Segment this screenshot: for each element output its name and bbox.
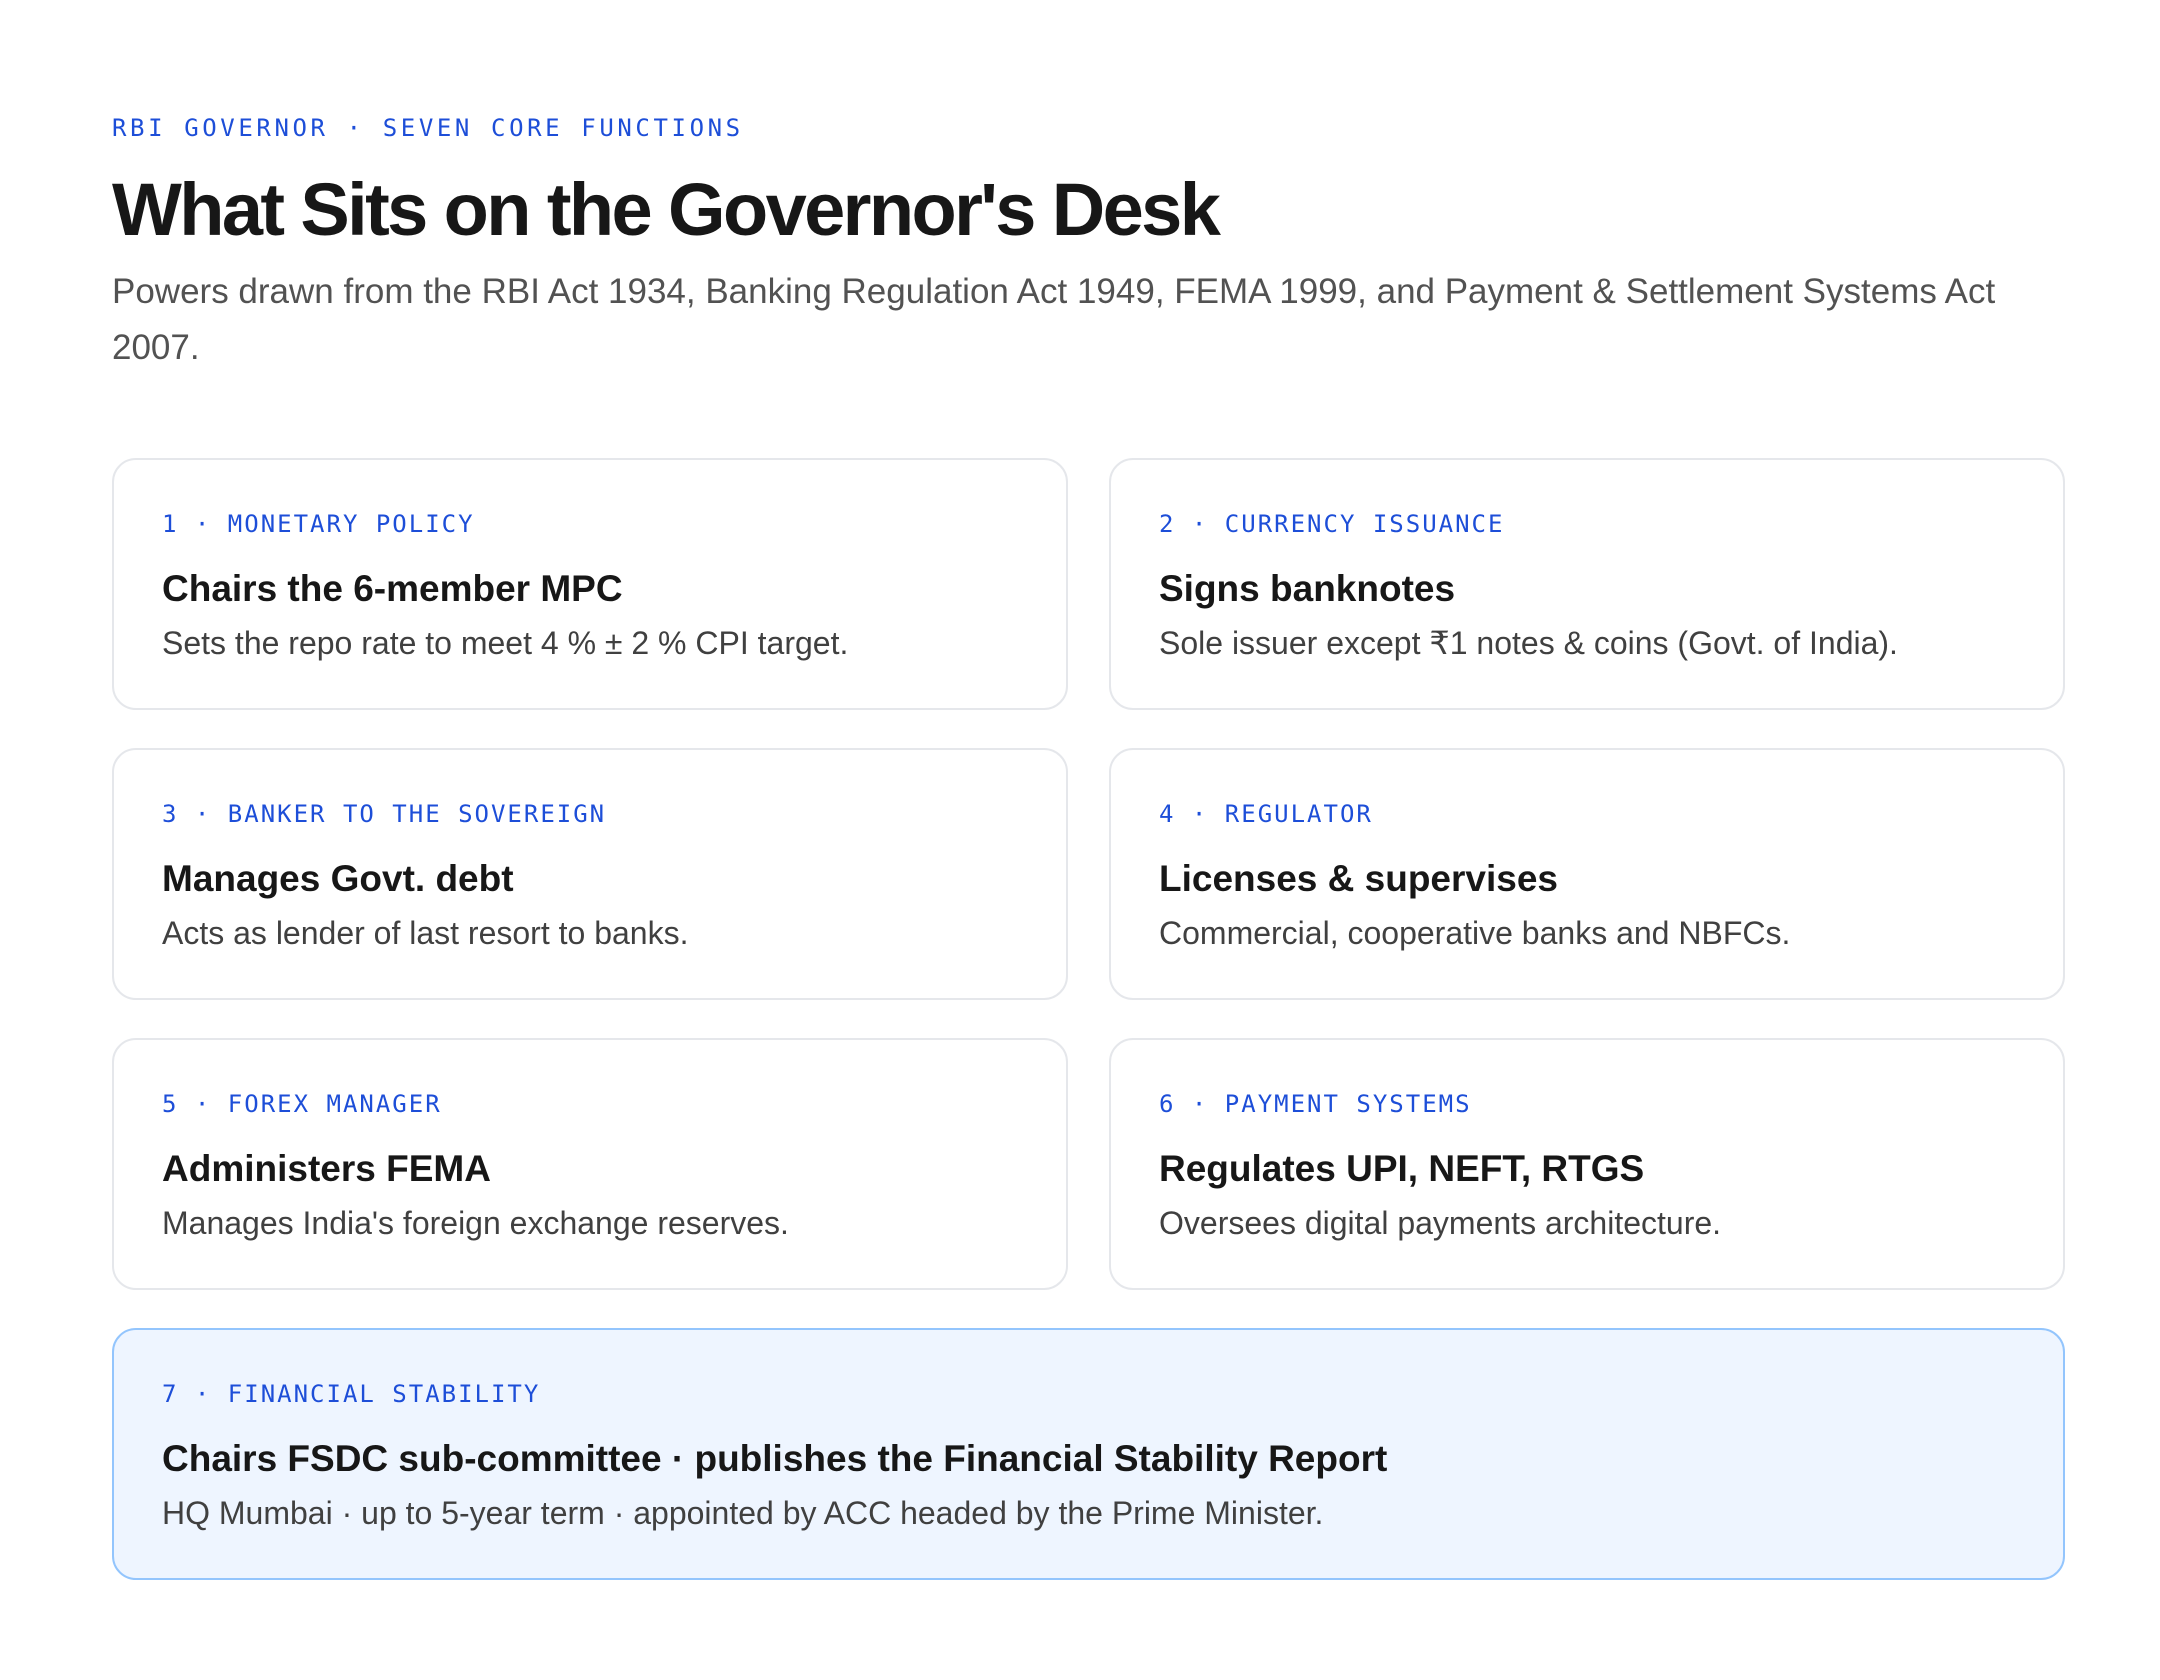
card-label: 6 · PAYMENT SYSTEMS [1159,1090,1472,1118]
card-description: Oversees digital payments architecture. [1159,1205,1722,1241]
function-card-banker-to-sovereign: 3 · BANKER TO THE SOVEREIGN Manages Govt… [112,748,1068,1000]
function-card-monetary-policy: 1 · MONETARY POLICY Chairs the 6-member … [112,458,1068,710]
card-description: Sole issuer except ₹1 notes & coins (Gov… [1159,625,1898,661]
card-heading: Administers FEMA [162,1148,491,1189]
card-heading: Manages Govt. debt [162,858,514,899]
card-description: Sets the repo rate to meet 4 % ± 2 % CPI… [162,625,849,661]
card-label: 1 · MONETARY POLICY [162,510,475,538]
card-description: Manages India's foreign exchange reserve… [162,1205,789,1241]
function-card-financial-stability: 7 · FINANCIAL STABILITY Chairs FSDC sub-… [112,1328,2065,1580]
card-heading: Licenses & supervises [1159,858,1558,899]
card-heading: Regulates UPI, NEFT, RTGS [1159,1148,1645,1189]
card-label: 4 · REGULATOR [1159,800,1373,828]
card-label: 3 · BANKER TO THE SOVEREIGN [162,800,607,828]
card-description: HQ Mumbai · up to 5-year term · appointe… [162,1495,1324,1531]
page-title: What Sits on the Governor's Desk [112,168,1221,251]
card-label: 7 · FINANCIAL STABILITY [162,1380,541,1408]
card-heading: Signs banknotes [1159,568,1456,609]
functions-grid: 1 · MONETARY POLICY Chairs the 6-member … [112,458,2065,1580]
card-heading: Chairs FSDC sub-committee · publishes th… [162,1438,1388,1479]
card-description: Commercial, cooperative banks and NBFCs. [1159,915,1791,951]
card-heading: Chairs the 6-member MPC [162,568,623,609]
eyebrow-label: RBI GOVERNOR · SEVEN CORE FUNCTIONS [112,114,744,142]
page-subtitle: Powers drawn from the RBI Act 1934, Bank… [112,272,1996,367]
card-description: Acts as lender of last resort to banks. [162,915,689,951]
function-card-currency-issuance: 2 · CURRENCY ISSUANCE Signs banknotes So… [1109,458,2065,710]
card-label: 2 · CURRENCY ISSUANCE [1159,510,1505,538]
function-card-payment-systems: 6 · PAYMENT SYSTEMS Regulates UPI, NEFT,… [1109,1038,2065,1290]
function-card-forex-manager: 5 · FOREX MANAGER Administers FEMA Manag… [112,1038,1068,1290]
function-card-regulator: 4 · REGULATOR Licenses & supervises Comm… [1109,748,2065,1000]
card-label: 5 · FOREX MANAGER [162,1090,442,1118]
